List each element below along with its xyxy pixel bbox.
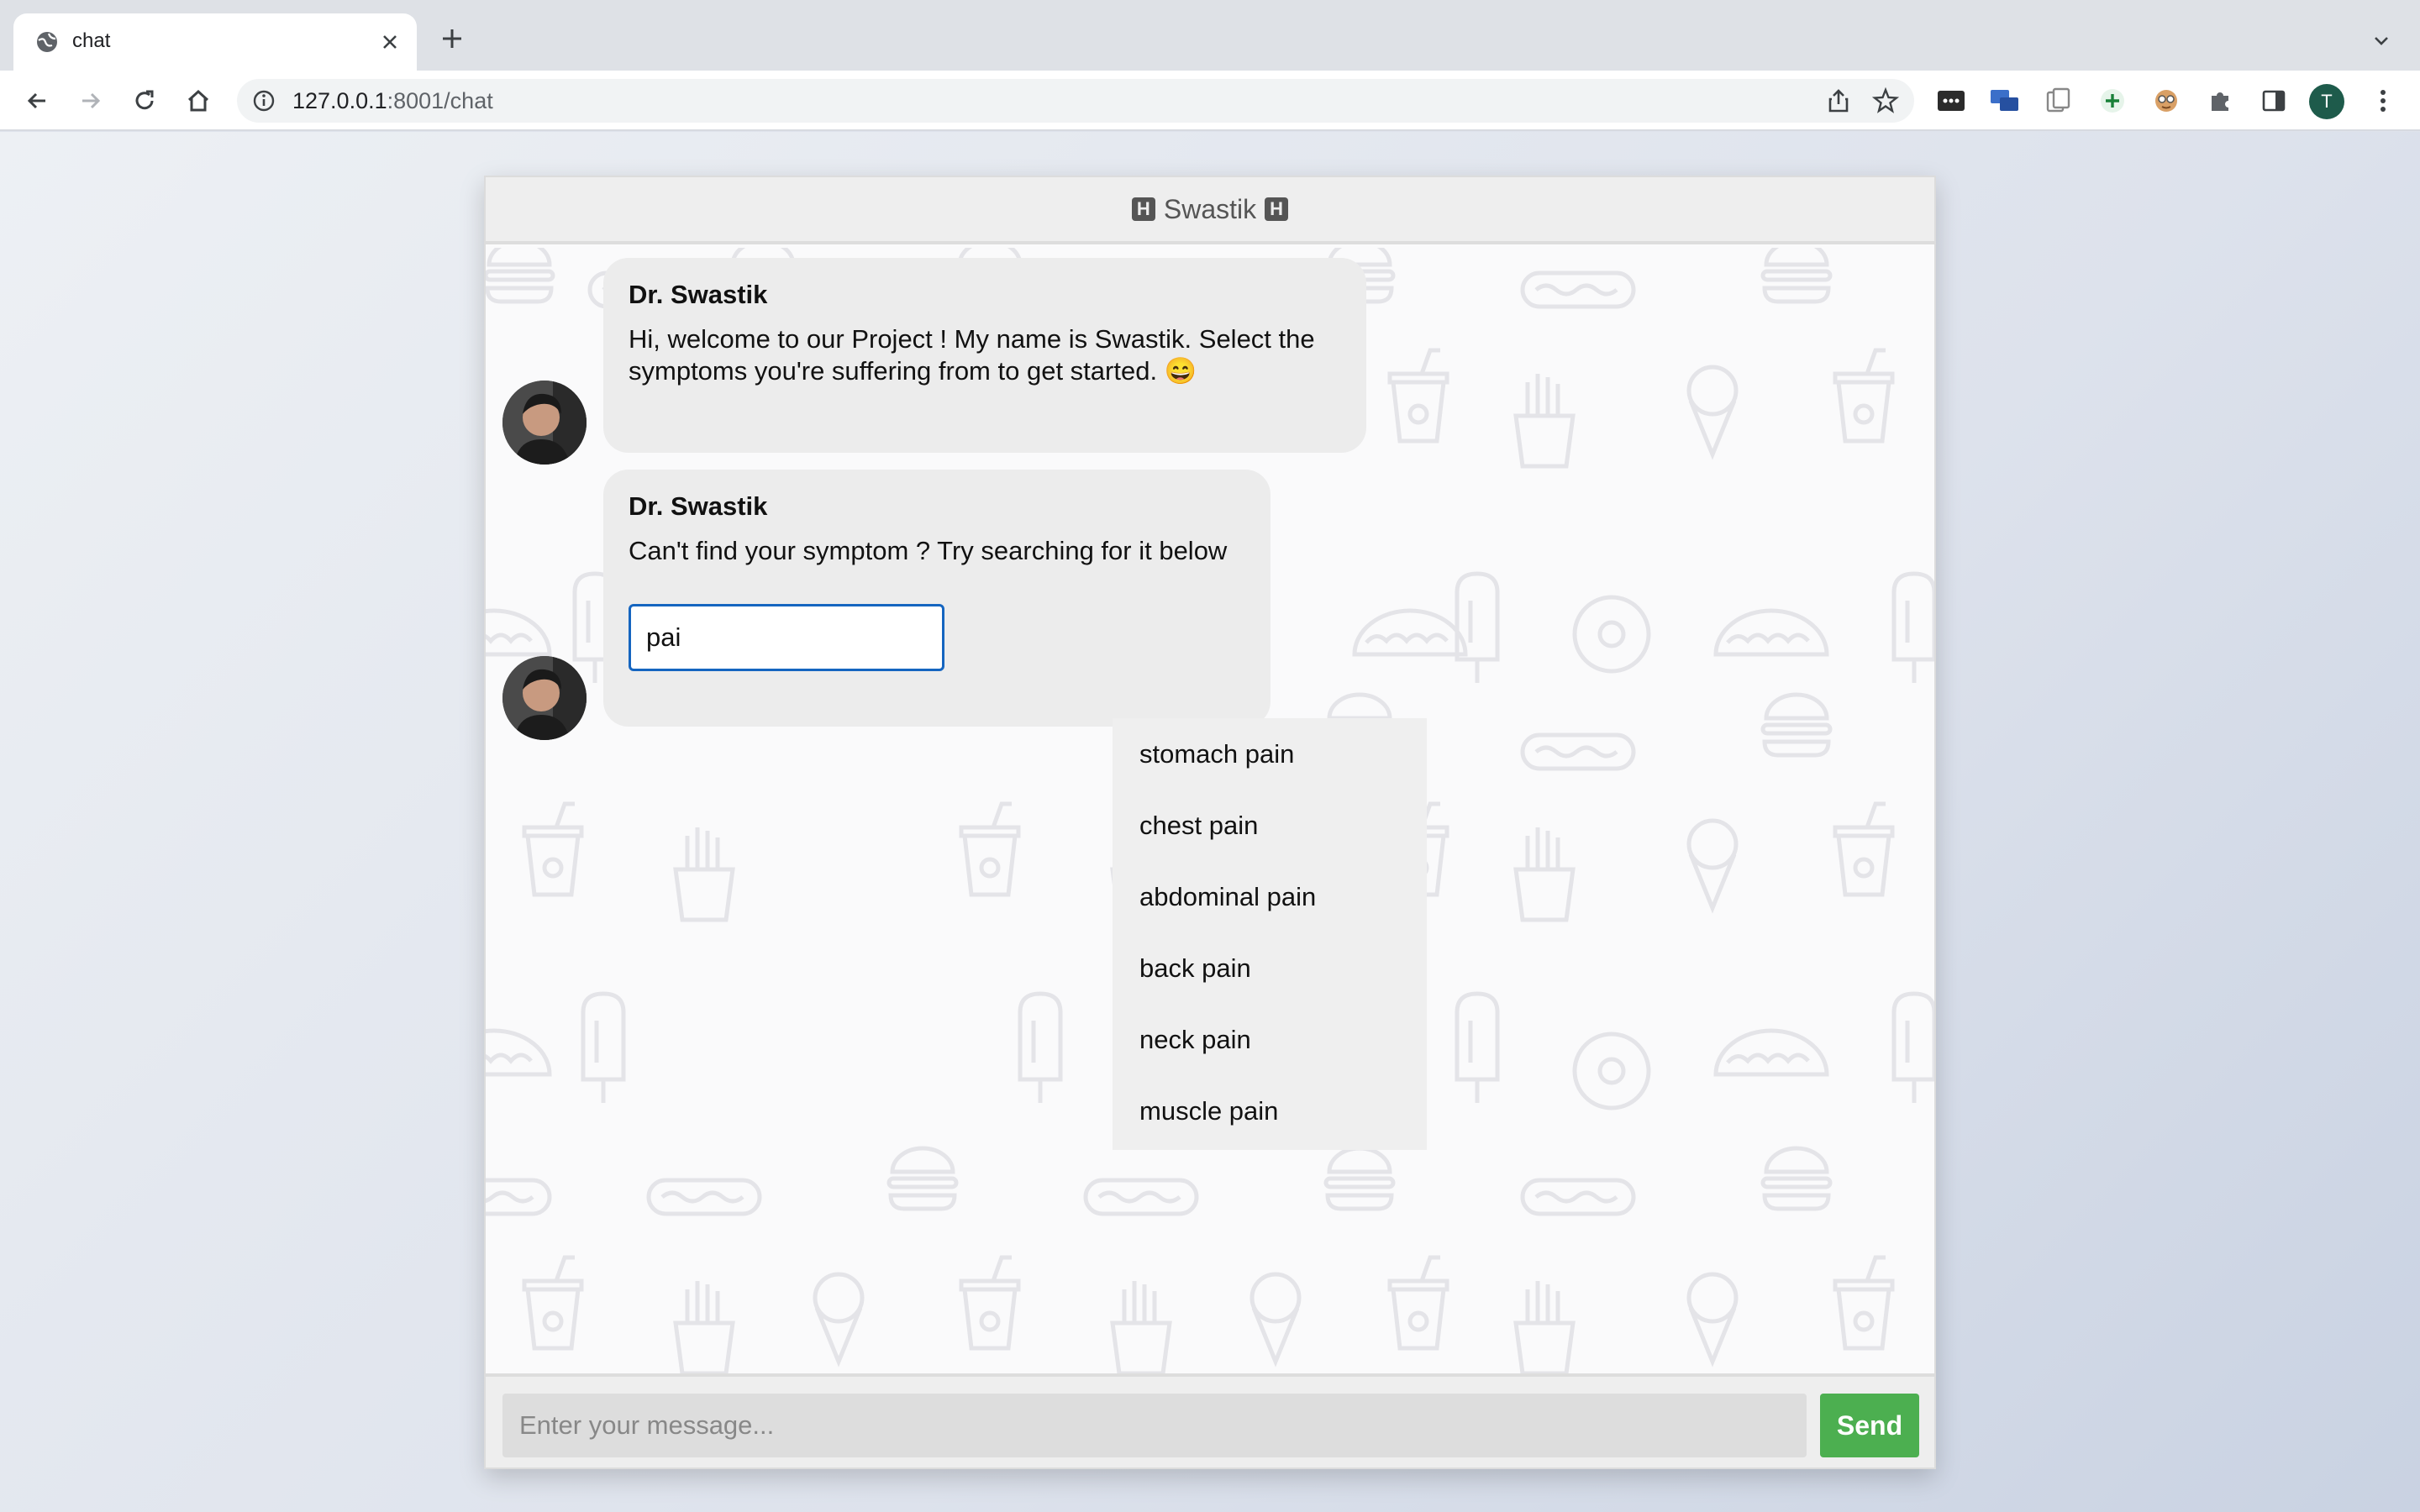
puzzle-icon[interactable] [2205,86,2235,116]
chevron-down-icon[interactable] [2366,25,2396,55]
chat-title: Swastik [1163,193,1257,224]
sender-name: Dr. Swastik [629,280,768,309]
address-bar[interactable]: 127.0.0.1:8001/chat [237,79,1914,123]
suggestion-item[interactable]: muscle pain [1113,1075,1427,1147]
reload-icon[interactable] [126,82,163,119]
home-icon[interactable] [180,82,217,119]
share-icon[interactable] [1825,87,1852,114]
more-menu-icon[interactable] [2368,86,2398,116]
browser-tabstrip: chat [0,0,2420,71]
chat-window: H Swastik H Dr. Swastik Hi, welcome to o… [484,176,1936,1469]
side-panel-icon[interactable] [2259,86,2289,116]
browser-tab[interactable]: chat [13,13,417,71]
tab-title: chat [72,29,111,52]
new-tab-button[interactable] [435,22,469,55]
chat-input-bar: Send [486,1373,1934,1467]
avatar [502,656,587,740]
add-extension-icon[interactable] [2097,86,2128,116]
forward-icon[interactable] [72,82,109,119]
send-button[interactable]: Send [1820,1394,1919,1457]
globe-icon [34,29,60,55]
close-icon[interactable] [376,29,403,55]
info-icon[interactable] [252,89,276,113]
url-text: 127.0.0.1:8001/chat [292,88,493,113]
bookmark-star-icon[interactable] [1871,87,1900,114]
message-bubble: Dr. Swastik Can't find your symptom ? Tr… [603,470,1270,727]
suggestion-item[interactable]: back pain [1113,932,1427,1004]
back-icon[interactable] [18,82,55,119]
sender-name: Dr. Swastik [629,491,768,521]
suggestion-item[interactable]: chest pain [1113,790,1427,861]
message-text: Can't find your symptom ? Try searching … [629,536,1228,565]
suggestion-item[interactable]: abdominal pain [1113,861,1427,932]
chat-header: H Swastik H [486,177,1934,244]
message-text: Hi, welcome to our Project ! My name is … [629,324,1315,386]
copy-extension-icon[interactable] [2044,86,2074,116]
symptom-suggestions-dropdown: stomach pain chest pain abdominal pain b… [1113,718,1427,1150]
face-extension-icon[interactable] [2151,86,2181,116]
suggestion-item[interactable]: stomach pain [1113,718,1427,790]
profile-avatar[interactable]: T [2309,84,2344,119]
chat-extension-icon[interactable] [1990,86,2020,116]
hospital-icon: H [1265,197,1289,221]
page-viewport: H Swastik H Dr. Swastik Hi, welcome to o… [0,132,2420,1512]
message-input[interactable] [502,1394,1807,1457]
suggestion-item[interactable]: neck pain [1113,1004,1427,1075]
avatar [502,381,587,465]
hospital-icon: H [1131,197,1155,221]
password-extension-icon[interactable] [1936,86,1966,116]
message-bubble: Dr. Swastik Hi, welcome to our Project !… [603,258,1366,453]
symptom-search-input[interactable] [629,604,944,671]
